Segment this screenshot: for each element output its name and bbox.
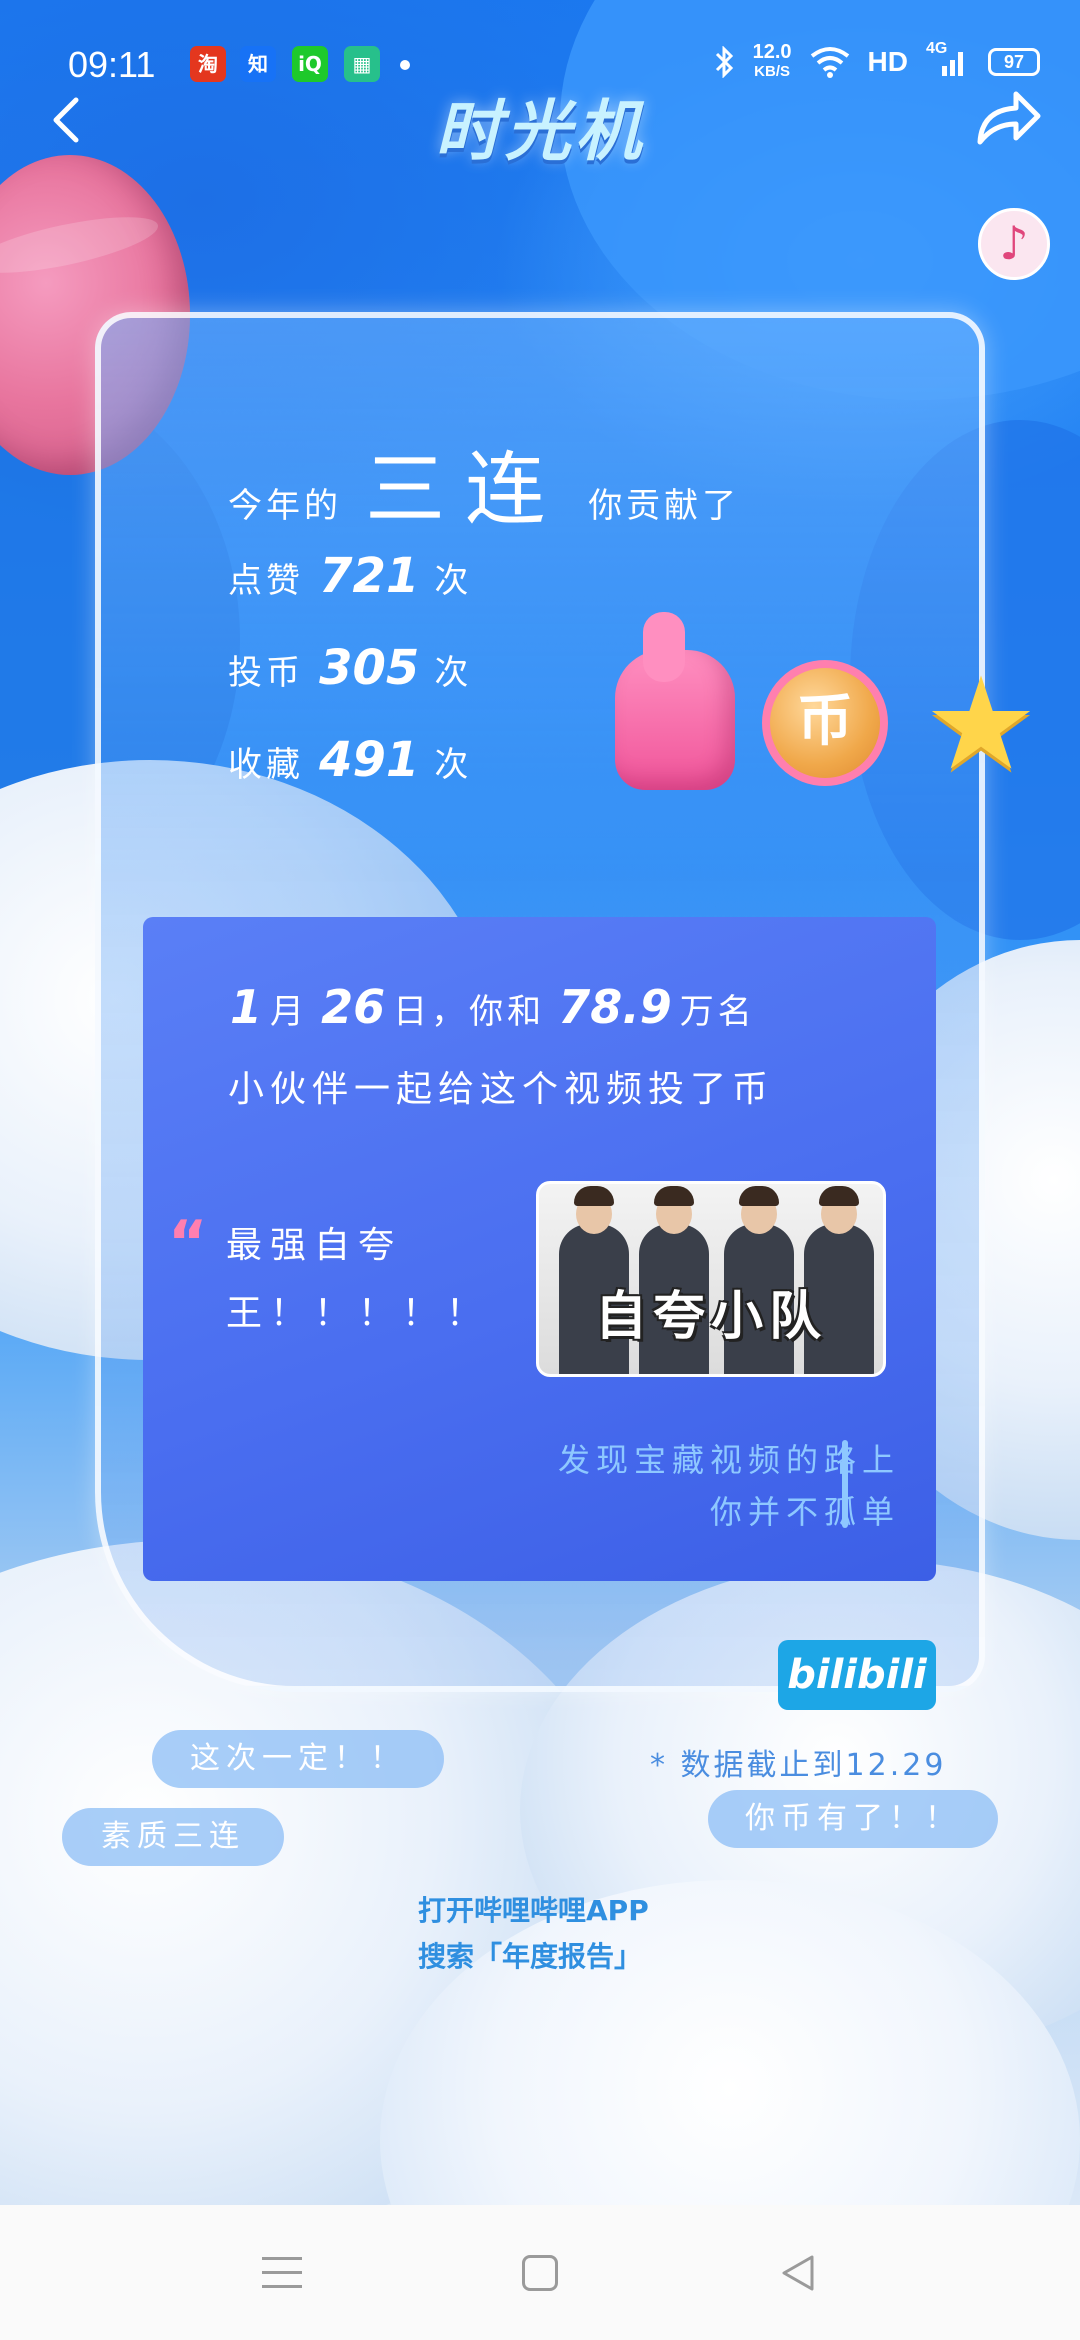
intro-prefix: 今年的 — [228, 486, 342, 526]
search-hint-line-2: 搜索「年度报告」 — [418, 1940, 643, 1973]
wifi-icon — [810, 47, 849, 78]
page-title: 时光机 — [435, 93, 645, 170]
recent-apps-button[interactable] — [262, 2257, 302, 2289]
favorite-count: 491 — [319, 732, 420, 788]
favorite-label: 收藏 — [228, 745, 304, 785]
intro-suffix: 你贡献了 — [588, 486, 741, 526]
music-note-icon: ♪ — [999, 216, 1029, 270]
network-speed: 12.0 KB/S — [753, 42, 792, 82]
search-hint: 打开哔哩哔哩APP 搜索「年度报告」 — [418, 1888, 649, 1980]
like-stat: 点赞 721 次 — [228, 548, 472, 604]
video-thumbnail-title: 自夸小队 — [594, 1287, 827, 1347]
highlight-people-count: 78.9 — [558, 980, 672, 1034]
star-icon: ★ — [923, 650, 1039, 799]
system-back-button[interactable] — [776, 2251, 820, 2295]
highlight-month-unit: 月 — [270, 992, 309, 1032]
chevron-left-icon — [53, 97, 79, 143]
menu-icon — [262, 2257, 302, 2260]
home-button[interactable] — [522, 2255, 558, 2291]
hd-indicator: HD — [867, 46, 908, 77]
iqiyi-icon: iQ — [292, 46, 328, 82]
triangle-back-icon — [782, 2255, 814, 2291]
network-speed-value: 12.0 — [752, 41, 792, 63]
network-speed-unit: KB/S — [754, 63, 790, 80]
zhihu-icon: 知 — [240, 46, 276, 82]
back-button[interactable] — [44, 92, 88, 148]
favorite-stat: 收藏 491 次 — [228, 732, 472, 788]
music-toggle-button[interactable]: ♪ — [978, 208, 1050, 280]
menu-icon — [262, 2285, 302, 2288]
bilibili-logo: bilibili — [778, 1640, 936, 1710]
like-unit: 次 — [434, 561, 473, 601]
highlight-day: 26 — [321, 980, 386, 1034]
thumbs-up-icon — [615, 612, 735, 790]
taobao-icon: 淘 — [190, 46, 226, 82]
coin-label: 投币 — [228, 653, 304, 693]
video-thumbnail[interactable]: 自夸小队 — [536, 1181, 886, 1377]
share-icon — [977, 91, 1041, 145]
danmaku-bubble: 素质三连 — [62, 1808, 284, 1866]
motto-line-1: 发现宝藏视频的路上 — [557, 1441, 900, 1479]
highlight-day-unit: 日，你和 — [393, 992, 546, 1032]
highlight-month: 1 — [230, 980, 263, 1034]
highlight-line-2: 小伙伴一起给这个视频投了币 — [228, 1069, 775, 1110]
motto-text: 发现宝藏视频的路上 你并不孤单 — [558, 1434, 900, 1538]
coin-stat: 投币 305 次 — [228, 640, 472, 696]
status-indicators: 12.0 KB/S HD 4G 97 — [713, 40, 1040, 82]
highlight-people-unit: 万名 — [679, 992, 756, 1032]
bluetooth-icon — [715, 46, 733, 78]
coin-count: 305 — [319, 640, 420, 696]
danmaku-bubble: 你币有了！！ — [708, 1790, 998, 1848]
system-navigation-bar — [0, 2205, 1080, 2340]
data-cutoff-note: * 数据截止到12.29 — [650, 1748, 947, 1783]
motto-divider — [842, 1440, 848, 1528]
menu-icon — [262, 2271, 302, 2274]
motto-line-2: 你并不孤单 — [709, 1493, 900, 1531]
search-hint-line-1: 打开哔哩哔哩APP — [418, 1894, 649, 1927]
coin-icon: 币 — [762, 660, 888, 786]
quote-icon: “ — [168, 1208, 208, 1278]
signal-icon: 4G — [926, 40, 970, 78]
coin-unit: 次 — [434, 653, 473, 693]
more-notifications-dot — [400, 60, 410, 70]
app-icon: ▦ — [344, 46, 380, 82]
status-time: 09:11 — [68, 44, 156, 85]
triple-intro: 今年的 三连 你贡献了 — [228, 425, 740, 541]
like-count: 721 — [319, 548, 420, 604]
like-label: 点赞 — [228, 561, 304, 601]
highlight-line-1: 1月 26 日，你和 78.9 万名 — [222, 980, 756, 1034]
danmaku-bubble: 这次一定！！ — [152, 1730, 444, 1788]
intro-highlight: 三连 — [365, 443, 566, 536]
share-button[interactable] — [974, 88, 1044, 150]
battery-indicator: 97 — [988, 48, 1040, 76]
video-comment: 最强自夸王！！！！！ — [226, 1225, 491, 1334]
favorite-unit: 次 — [434, 745, 473, 785]
